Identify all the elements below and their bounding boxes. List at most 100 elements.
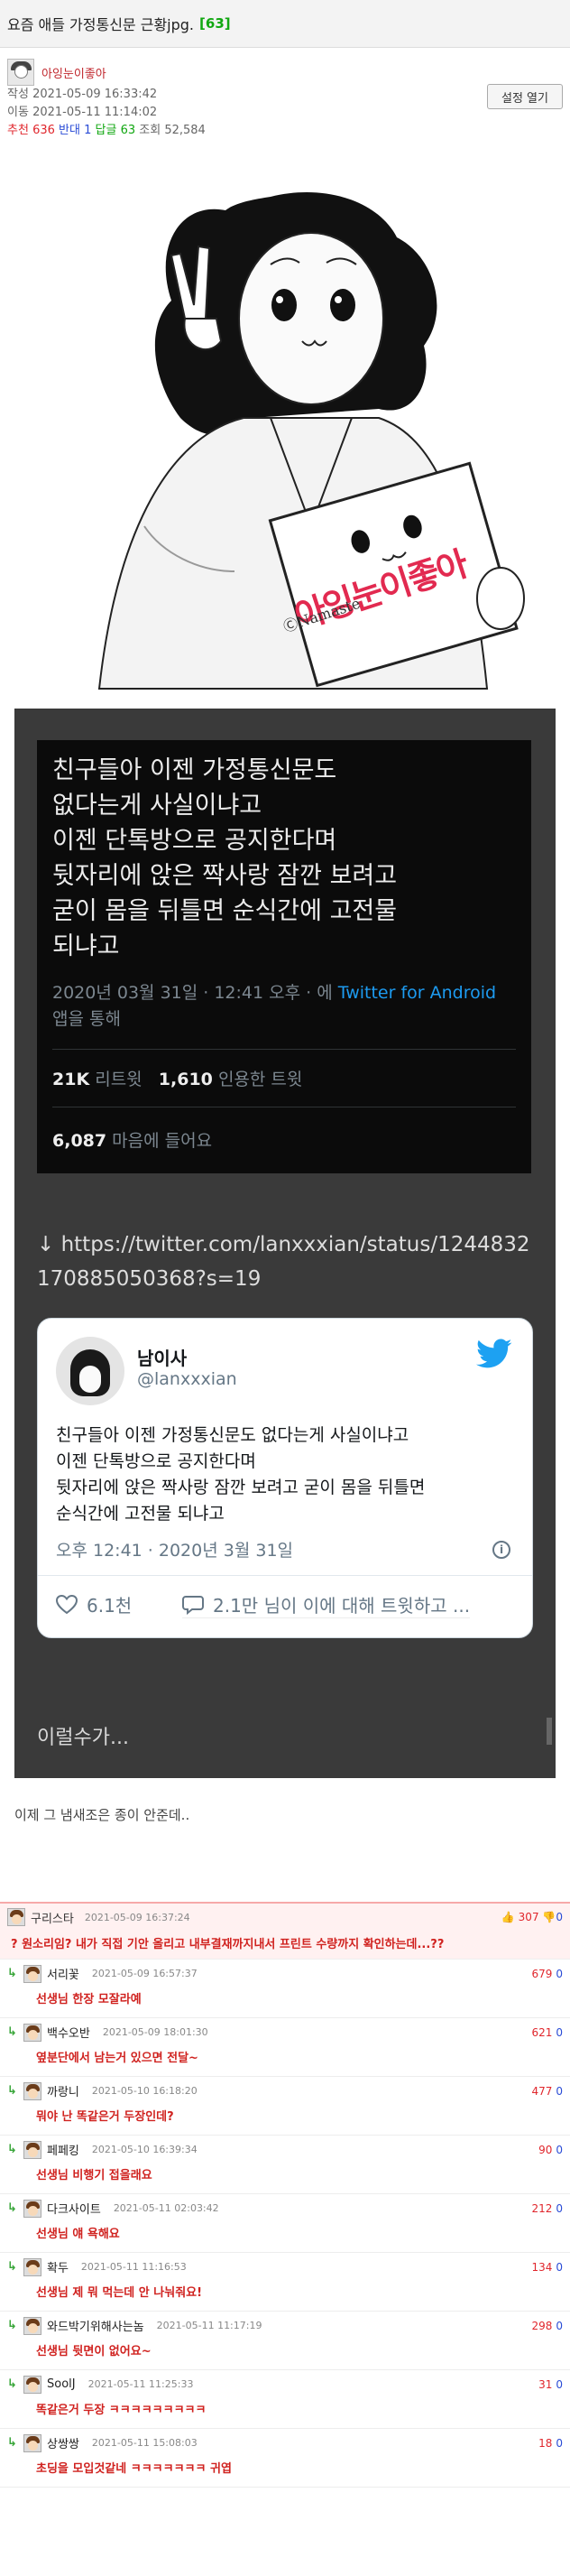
reply-date: 2021-05-11 02:03:42	[113, 2202, 219, 2214]
post-meta: 아잉눈이좋아 작성 2021-05-09 16:33:42 이동 2021-05…	[0, 48, 570, 147]
replier-nick[interactable]: 확두	[47, 2258, 69, 2275]
reply-header: ↳ 백수오반 2021-05-09 18:01:30 621 0	[0, 2018, 570, 2046]
comment-votes[interactable]: 👍 307 👎0	[501, 1911, 563, 1923]
reply-text: 초딩을 모입것같네 ㅋㅋㅋㅋㅋㅋㅋ 귀엽	[36, 2462, 232, 2476]
tweet-likes: 6,087 마음에 들어요	[52, 1131, 213, 1151]
replier-nick[interactable]: 백수오반	[47, 2024, 90, 2041]
author-avatar[interactable]	[7, 59, 34, 86]
reply-arrow-icon: ↳	[7, 2319, 17, 2332]
settings-button[interactable]: 설정 열기	[487, 84, 563, 109]
tweet-author-handle[interactable]: @lanxxxian	[137, 1369, 237, 1389]
replier-nick[interactable]: 까랑니	[47, 2082, 79, 2099]
reply-arrow-icon: ↳	[7, 2025, 17, 2039]
tweet-text: 친구들아 이젠 가정통신문도 없다는게 사실이냐고 이젠 단톡방으로 공지한다며…	[52, 756, 398, 960]
reply-votes[interactable]: 18 0	[538, 2437, 563, 2450]
reply-arrow-icon: ↳	[7, 2377, 17, 2391]
reply-text: 똑같은거 두장 ㅋㅋㅋㅋㅋㅋㅋㅋㅋ	[36, 2404, 207, 2417]
reply-text: 선생님 제 뭐 먹는데 안 나눠줘요!	[36, 2286, 203, 2300]
reply-arrow-icon: ↳	[7, 2260, 17, 2274]
reply-date: 2021-05-09 18:01:30	[102, 2026, 208, 2038]
replier-avatar[interactable]	[23, 2140, 41, 2159]
reply-date: 2021-05-11 11:17:19	[156, 2320, 262, 2331]
commenter-nick[interactable]: 구리스타	[31, 1909, 74, 1926]
replier-nick[interactable]: SoolJ	[47, 2377, 76, 2391]
replier-nick[interactable]: 다크사이트	[47, 2200, 101, 2217]
reply-arrow-icon: ↳	[7, 2436, 17, 2450]
reply-date: 2021-05-09 16:57:37	[91, 1968, 198, 1979]
replier-nick[interactable]: 페페킹	[47, 2141, 79, 2158]
profile-avatar[interactable]	[56, 1337, 124, 1405]
thumbs-up-icon: 👍	[501, 1911, 515, 1923]
reply-votes[interactable]: 90 0	[538, 2144, 563, 2156]
replier-avatar[interactable]	[23, 1964, 41, 1983]
commenter-avatar[interactable]	[7, 1908, 25, 1926]
reply-votes[interactable]: 31 0	[538, 2378, 563, 2391]
replier-avatar[interactable]	[23, 2023, 41, 2042]
replier-avatar[interactable]	[23, 2433, 41, 2452]
reply-header: ↳ 확두 2021-05-11 11:16:53 134 0	[0, 2253, 570, 2281]
reply-votes[interactable]: 212 0	[531, 2202, 563, 2215]
comment-section: 구리스타 2021-05-09 16:37:24 👍 307 👎0 ? 원소리임…	[0, 1902, 570, 2488]
comment-count[interactable]: [63]	[199, 15, 231, 32]
moved-date: 이동 2021-05-11 11:14:02	[7, 106, 158, 119]
reply-arrow-icon: ↳	[7, 2201, 17, 2215]
reply-item: ↳ 상쌍쌍 2021-05-11 15:08:03 18 0 초딩을 모입것같네 ㅋㅋㅋㅋ…	[0, 2429, 570, 2488]
reply-votes[interactable]: 298 0	[531, 2320, 563, 2332]
replier-avatar[interactable]	[23, 2316, 41, 2335]
reply-item: ↳ SoolJ 2021-05-11 11:25:33 31 0 똑같은거 두장 ㅋㅋㅋㅋ…	[0, 2370, 570, 2429]
tweet-image: 친구들아 이젠 가정통신문도 없다는게 사실이냐고 이젠 단톡방으로 공지한다며…	[37, 740, 531, 1173]
info-icon[interactable]: i	[492, 1541, 510, 1559]
reply-votes[interactable]: 621 0	[531, 2026, 563, 2039]
post-title-bar: 요즘 애들 가정통신문 근황jpg. [63]	[0, 0, 570, 48]
reply-item: ↳ 서리꽃 2021-05-09 16:57:37 679 0 선생님 한장 모잘라예	[0, 1960, 570, 2018]
reply-date: 2021-05-11 11:16:53	[80, 2261, 187, 2273]
tweet-card-time[interactable]: 오후 12:41 · 2020년 3월 31일	[56, 1537, 293, 1561]
like-action[interactable]: 6.1천	[56, 1591, 132, 1617]
author-nick[interactable]: 아잉눈이좋아	[41, 64, 106, 81]
reply-arrow-icon: ↳	[7, 2143, 17, 2156]
embedded-screenshot: 친구들아 이젠 가정통신문도 없다는게 사실이냐고 이젠 단톡방으로 공지한다며…	[14, 709, 556, 1778]
replier-avatar[interactable]	[23, 2081, 41, 2100]
replier-avatar[interactable]	[23, 2375, 41, 2394]
twitter-bird-icon[interactable]	[476, 1339, 512, 1369]
reply-text: 선생님 얘 욕해요	[36, 2228, 120, 2241]
reply-votes[interactable]: 477 0	[531, 2085, 563, 2098]
replier-nick[interactable]: 서리꽃	[47, 1965, 79, 1982]
tweet-card-body: 친구들아 이젠 가정통신문도 없다는게 사실이냐고 이젠 단톡방으로 공지한다며…	[56, 1425, 426, 1524]
illustration: 아잉눈이좋아 ⒸNamaste	[0, 147, 570, 696]
reply-header: ↳ 페페킹 2021-05-10 16:39:34 90 0	[0, 2136, 570, 2164]
scroll-indicator	[547, 1718, 552, 1745]
reply-item: ↳ 다크사이트 2021-05-11 02:03:42 212 0 선생님 얘 욕해요	[0, 2194, 570, 2253]
reply-item: ↳ 까랑니 2021-05-10 16:18:20 477 0 뭐야 난 똑같은거 두장인…	[0, 2077, 570, 2136]
reply-date: 2021-05-11 15:08:03	[91, 2437, 198, 2449]
reply-action[interactable]: 2.1만 님이 이에 대해 트윗하고 ...	[182, 1591, 471, 1618]
reply-header: ↳ 상쌍쌍 2021-05-11 15:08:03 18 0	[0, 2429, 570, 2457]
twitter-app-link[interactable]: Twitter for Android	[338, 983, 496, 1003]
reply-arrow-icon: ↳	[7, 1967, 17, 1980]
reply-arrow-icon: ↳	[7, 2084, 17, 2098]
written-date: 작성 2021-05-09 16:33:42	[7, 88, 158, 101]
reply-header: ↳ SoolJ 2021-05-11 11:25:33 31 0	[0, 2370, 570, 2398]
tweet-card[interactable]: 남이사 @lanxxxian 친구들아 이젠 가정통신문도 없다는게 사실이냐고…	[37, 1318, 533, 1638]
reply-count: 2.1만 님이 이에 대해 트윗하고 ...	[213, 1595, 471, 1617]
reply-text: 선생님 비행기 접을래요	[36, 2169, 152, 2182]
reply-header: ↳ 서리꽃 2021-05-09 16:57:37 679 0	[0, 1960, 570, 1988]
post-footer-text: 이제 그 냄새조은 종이 안준데..	[14, 1807, 190, 1823]
tweet-link[interactable]: ↓ https://twitter.com/lanxxxian/status/1…	[37, 1228, 542, 1296]
reply-item: ↳ 페페킹 2021-05-10 16:39:34 90 0 선생님 비행기 접을래요	[0, 2136, 570, 2194]
reply-text: 선생님 뒷면이 없어요~	[36, 2345, 152, 2358]
reply-item: ↳ 백수오반 2021-05-09 18:01:30 621 0 옆분단에서 남는거 있으…	[0, 2018, 570, 2077]
tweet-author-name[interactable]: 남이사	[137, 1344, 187, 1370]
reply-header: ↳ 와드박기위해사는놈 2021-05-11 11:17:19 298 0	[0, 2312, 570, 2340]
reply-date: 2021-05-10 16:18:20	[91, 2085, 198, 2097]
reply-votes[interactable]: 679 0	[531, 1968, 563, 1980]
replier-avatar[interactable]	[23, 2199, 41, 2218]
replier-avatar[interactable]	[23, 2257, 41, 2276]
reply-text: 뭐야 난 똑같은거 두장인데?	[36, 2110, 174, 2124]
replier-nick[interactable]: 상쌍쌍	[47, 2434, 79, 2451]
comment-date: 2021-05-09 16:37:24	[84, 1911, 190, 1923]
more-text: 이럴수가...	[37, 1727, 129, 1749]
reply-votes[interactable]: 134 0	[531, 2261, 563, 2274]
reply-item: ↳ 확두 2021-05-11 11:16:53 134 0 선생님 제 뭐 먹는데 안 …	[0, 2253, 570, 2312]
replier-nick[interactable]: 와드박기위해사는놈	[47, 2317, 144, 2334]
